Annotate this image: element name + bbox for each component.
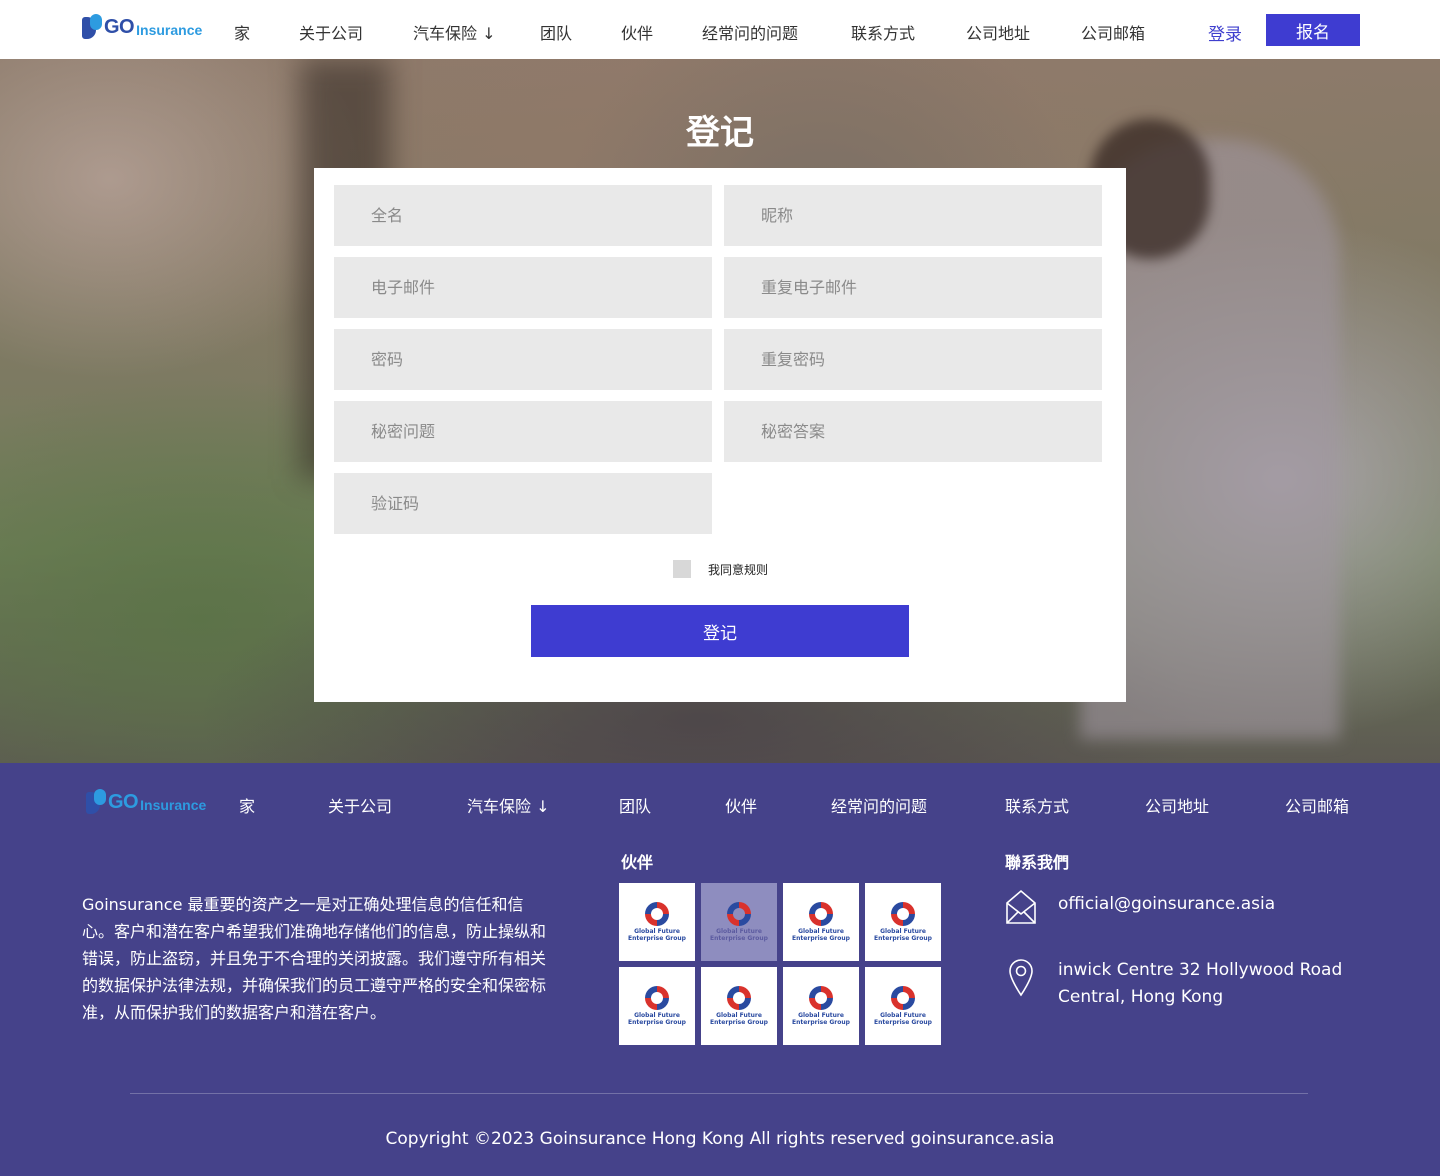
address-line-1: inwick Centre 32 Hollywood Road — [1058, 960, 1343, 980]
footer-logo[interactable]: GO Insurance — [86, 789, 206, 815]
partner-logo[interactable]: Global Future Enterprise Group — [783, 883, 859, 961]
email-input[interactable] — [334, 257, 712, 318]
partner-logo[interactable]: Global Future Enterprise Group — [701, 967, 777, 1045]
footer-nav-team[interactable]: 团队 — [619, 793, 651, 817]
logo-mark-icon — [86, 789, 106, 815]
envelope-icon — [1006, 889, 1036, 924]
partner-logo[interactable]: Global Future Enterprise Group — [619, 967, 695, 1045]
partner-logo[interactable]: Global Future Enterprise Group — [783, 967, 859, 1045]
footer-nav-contact[interactable]: 联系方式 — [1005, 793, 1069, 817]
nav-home[interactable]: 家 — [234, 20, 250, 44]
footer-nav-partners[interactable]: 伙伴 — [725, 793, 757, 817]
logo-go-text: GO — [108, 790, 139, 813]
footer-nav-car-insurance[interactable]: 汽车保险 ↓ — [467, 793, 550, 817]
footer-nav-address[interactable]: 公司地址 — [1145, 793, 1209, 817]
nav-car-insurance-dropdown[interactable]: 汽车保险 ↓ — [413, 20, 496, 44]
secret-answer-input[interactable] — [724, 401, 1102, 462]
partner-emblem-icon — [645, 986, 669, 1010]
contact-title: 聯系我們 — [1005, 853, 1070, 872]
partner-emblem-icon — [727, 902, 751, 926]
captcha-input[interactable] — [334, 473, 712, 534]
nav-contact[interactable]: 联系方式 — [851, 20, 915, 44]
logo-go-text: GO — [104, 15, 135, 38]
nav-address[interactable]: 公司地址 — [966, 20, 1030, 44]
nav-email[interactable]: 公司邮箱 — [1081, 20, 1145, 44]
contact-email[interactable]: official@goinsurance.asia — [1058, 891, 1275, 918]
about-text: Goinsurance 最重要的资产之一是对正确处理信息的信任和信心。客户和潜在… — [82, 895, 547, 1022]
nickname-input[interactable] — [724, 185, 1102, 246]
agree-rules-row: 我同意规则 — [673, 560, 768, 578]
footer-nav-home[interactable]: 家 — [239, 793, 255, 817]
partners-title: 伙伴 — [621, 853, 654, 872]
logo-insurance-text: Insurance — [140, 796, 207, 813]
logo-insurance-text: Insurance — [136, 21, 203, 38]
contact-address: inwick Centre 32 Hollywood Road Central,… — [1058, 957, 1342, 1011]
full-name-input[interactable] — [334, 185, 712, 246]
partner-emblem-icon — [645, 902, 669, 926]
nav-about[interactable]: 关于公司 — [299, 20, 363, 44]
partner-emblem-icon — [809, 986, 833, 1010]
partner-emblem-icon — [891, 902, 915, 926]
footer-nav-email[interactable]: 公司邮箱 — [1285, 793, 1349, 817]
footer: GO Insurance 家 关于公司 汽车保险 ↓ 团队 伙伴 经常问的问题 … — [0, 763, 1440, 1176]
partner-emblem-icon — [891, 986, 915, 1010]
nav-partners[interactable]: 伙伴 — [621, 20, 653, 44]
contact-address-row: inwick Centre 32 Hollywood Road Central,… — [1005, 957, 1342, 1011]
footer-divider — [130, 1093, 1308, 1094]
logo-mark-icon — [82, 14, 102, 40]
signup-button[interactable]: 报名 — [1266, 14, 1360, 46]
footer-nav-about[interactable]: 关于公司 — [328, 793, 392, 817]
nav-team[interactable]: 团队 — [540, 20, 572, 44]
registration-form: 我同意规则 登记 — [314, 168, 1126, 702]
password-input[interactable] — [334, 329, 712, 390]
partner-logo[interactable]: Global Future Enterprise Group — [865, 967, 941, 1045]
secret-question-input[interactable] — [334, 401, 712, 462]
partner-logo[interactable]: Global Future Enterprise Group — [619, 883, 695, 961]
location-pin-icon — [1009, 959, 1033, 997]
login-link[interactable]: 登录 — [1208, 20, 1242, 45]
contact-email-row: official@goinsurance.asia — [1005, 889, 1275, 925]
agree-rules-checkbox[interactable] — [673, 560, 691, 578]
page-title: 登记 — [686, 113, 754, 153]
partner-logo[interactable]: Global Future Enterprise Group — [701, 883, 777, 961]
nav-faq[interactable]: 经常问的问题 — [702, 20, 798, 44]
partner-emblem-icon — [809, 902, 833, 926]
site-logo[interactable]: GO Insurance — [82, 14, 202, 40]
partner-emblem-icon — [727, 986, 751, 1010]
top-navbar: GO Insurance 家 关于公司 汽车保险 ↓ 团队 伙伴 经常问的问题 … — [0, 0, 1440, 59]
copyright-text: Copyright ©2023 Goinsurance Hong Kong Al… — [385, 1129, 1055, 1149]
footer-nav-faq[interactable]: 经常问的问题 — [831, 793, 927, 817]
register-submit-button[interactable]: 登记 — [531, 605, 909, 657]
repeat-password-input[interactable] — [724, 329, 1102, 390]
agree-rules-label[interactable]: 我同意规则 — [708, 561, 768, 578]
address-line-2: Central, Hong Kong — [1058, 987, 1224, 1007]
repeat-email-input[interactable] — [724, 257, 1102, 318]
partner-logo[interactable]: Global Future Enterprise Group — [865, 883, 941, 961]
